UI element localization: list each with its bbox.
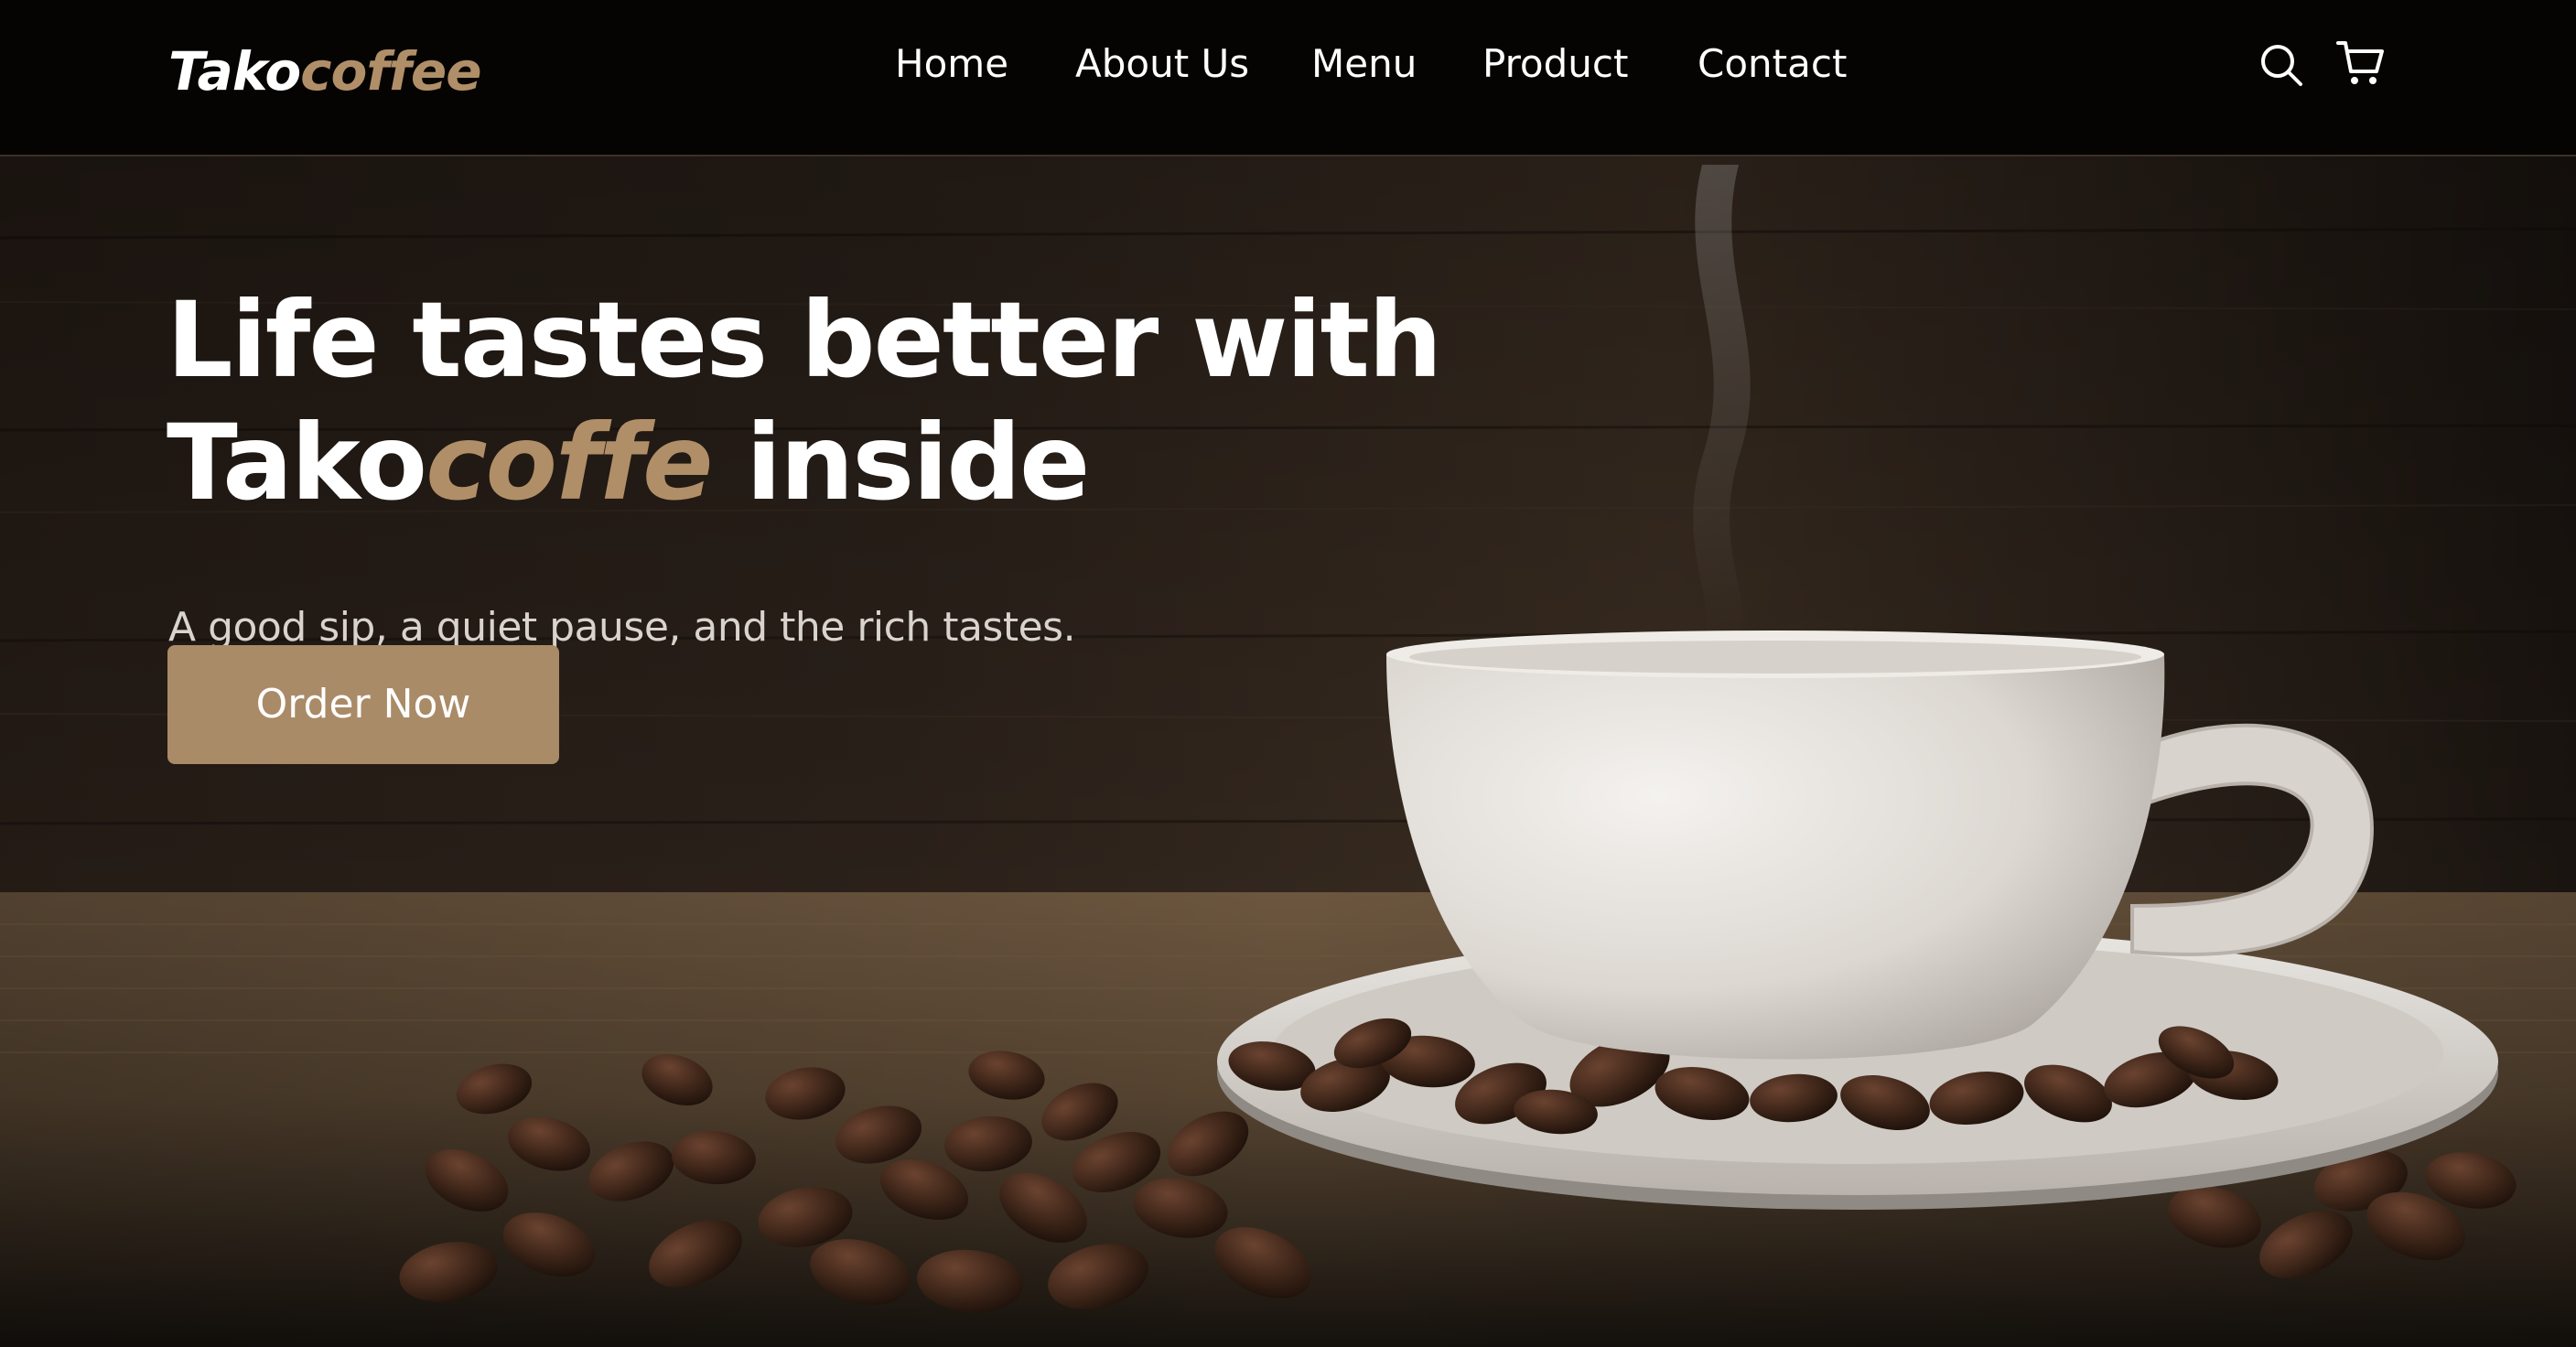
site-logo[interactable]: Takocoffee xyxy=(168,35,482,108)
cart-icon[interactable] xyxy=(2335,38,2385,88)
hero-headline: Life tastes better with Takocoffe inside xyxy=(167,279,1442,524)
logo-part-coffee: coffee xyxy=(300,40,481,102)
headline-accent-word: coffe xyxy=(426,402,713,523)
nav-item-about-us[interactable]: About Us xyxy=(1075,37,1249,92)
nav-item-menu[interactable]: Menu xyxy=(1311,37,1417,92)
logo-part-tako: Tako xyxy=(168,40,301,102)
site-header: Takocoffee Home About Us Menu Product Co… xyxy=(0,0,2576,156)
landing-page: Takocoffee Home About Us Menu Product Co… xyxy=(0,0,2576,1347)
headline-line-2-end: inside xyxy=(711,402,1090,523)
headline-line-1: Life tastes better with xyxy=(167,279,1442,401)
nav-item-contact[interactable]: Contact xyxy=(1698,37,1847,92)
nav-item-product[interactable]: Product xyxy=(1482,37,1628,92)
nav-item-home[interactable]: Home xyxy=(895,37,1008,92)
search-icon[interactable] xyxy=(2257,40,2306,90)
headline-line-2-start: Tako xyxy=(167,402,427,523)
order-now-button[interactable]: Order Now xyxy=(167,645,559,764)
